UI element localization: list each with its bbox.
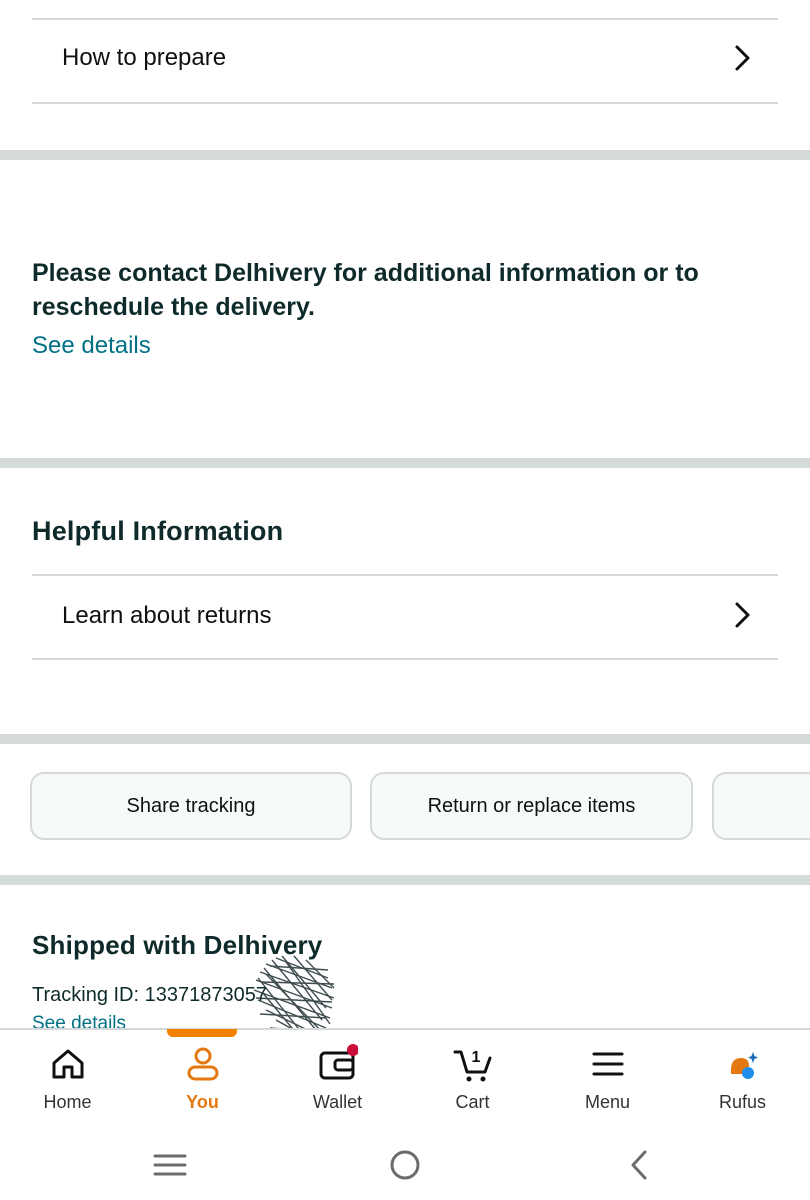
learn-about-returns-row[interactable]: Learn about returns	[32, 576, 778, 658]
nav-cart[interactable]: 1 Cart	[405, 1036, 540, 1126]
home-circle-icon[interactable]	[385, 1146, 425, 1186]
nav-menu[interactable]: Menu	[540, 1036, 675, 1126]
rufus-icon	[730, 1052, 758, 1079]
nav-home-label: Home	[43, 1092, 92, 1112]
see-details-link[interactable]: See details	[32, 332, 151, 360]
nav-rufus-label: Rufus	[718, 1092, 767, 1112]
return-or-replace-label: Return or replace items	[427, 794, 636, 817]
share-tracking-label: Share tracking	[126, 794, 256, 817]
nav-home[interactable]: Home	[0, 1036, 135, 1126]
section-separator	[0, 150, 810, 160]
nav-wallet[interactable]: Wallet	[270, 1036, 405, 1126]
section-separator	[0, 458, 810, 468]
divider	[32, 658, 778, 660]
learn-about-returns-label: Learn about returns	[62, 602, 272, 629]
cart-count: 1	[471, 1049, 480, 1066]
nav-menu-label: Menu	[584, 1092, 631, 1112]
order-tracking-page: How to prepare Please contact Delhivery …	[0, 0, 810, 1200]
home-icon	[52, 1049, 83, 1079]
chevron-right-icon	[735, 602, 750, 628]
return-or-replace-button[interactable]: Return or replace items	[370, 772, 693, 840]
how-to-prepare-label: How to prepare	[62, 44, 227, 71]
recents-icon[interactable]	[150, 1146, 190, 1186]
section-separator	[0, 734, 810, 744]
share-tracking-button[interactable]: Share tracking	[30, 772, 352, 840]
nav-cart-label: Cart	[455, 1092, 490, 1112]
nav-rufus[interactable]: Rufus	[675, 1036, 810, 1126]
nav-you[interactable]: You	[135, 1036, 270, 1126]
menu-icon	[592, 1052, 623, 1076]
cart-icon: 1	[453, 1049, 491, 1082]
delivery-alert-message: Please contact Delhivery for additional …	[32, 259, 699, 321]
how-to-prepare-row[interactable]: How to prepare	[32, 20, 778, 102]
nav-wallet-label: Wallet	[312, 1092, 363, 1112]
divider	[32, 102, 778, 104]
section-separator	[0, 875, 810, 885]
wallet-icon	[319, 1044, 358, 1080]
helpful-information-title: Helpful Information	[32, 516, 284, 546]
more-actions-button[interactable]	[712, 772, 810, 840]
see-details-link[interactable]: See details	[32, 1013, 126, 1029]
chevron-right-icon	[735, 45, 750, 71]
tracking-id: Tracking ID: 13371873057	[32, 984, 267, 1006]
person-icon	[187, 1047, 218, 1081]
back-icon[interactable]	[620, 1146, 660, 1186]
nav-you-label: You	[186, 1092, 219, 1112]
